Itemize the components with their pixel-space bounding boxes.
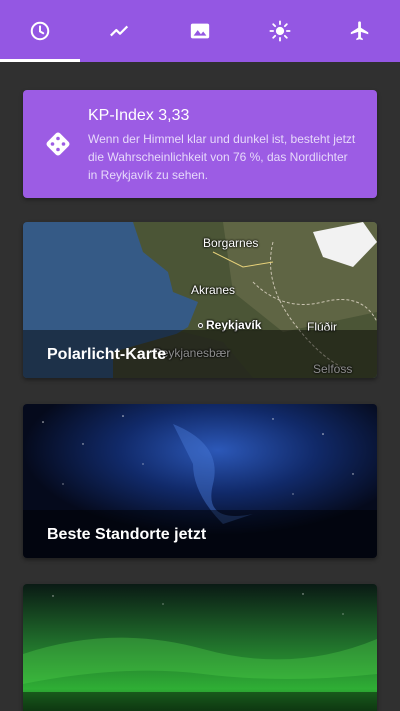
clock-icon [29, 20, 51, 42]
tab-sun[interactable] [240, 0, 320, 62]
sun-icon [269, 20, 291, 42]
map-place-label: Akranes [191, 283, 236, 297]
map-place-label: Borgarnes [203, 236, 259, 250]
tab-travel[interactable] [320, 0, 400, 62]
best-locations-label: Beste Standorte jetzt [47, 526, 207, 543]
aurora-photo-card[interactable] [23, 584, 377, 711]
tab-selected-indicator [0, 59, 80, 62]
airplane-icon [349, 20, 371, 42]
tab-photos[interactable] [160, 0, 240, 62]
top-tab-bar [0, 0, 400, 62]
trend-chart-icon [109, 20, 131, 42]
image-icon [189, 20, 211, 42]
kp-index-title: KP-Index 3,33 [88, 107, 190, 124]
kp-index-card[interactable]: KP-Index 3,33 Wenn der Himmel klar und d… [23, 90, 377, 198]
card-label-overlay [23, 692, 377, 711]
aurora-map-label: Polarlicht-Karte [47, 346, 167, 363]
best-locations-card[interactable]: Beste Standorte jetzt [23, 404, 377, 558]
kp-index-description: Wenn der Himmel klar und dunkel ist, bes… [88, 132, 356, 182]
aurora-map-card[interactable]: Borgarnes Akranes Reykjavík Flúðir Reykj… [23, 222, 377, 378]
map-pin-icon [198, 323, 203, 329]
tab-now[interactable] [0, 0, 80, 62]
tab-forecast[interactable] [80, 0, 160, 62]
dice-icon [46, 132, 70, 156]
